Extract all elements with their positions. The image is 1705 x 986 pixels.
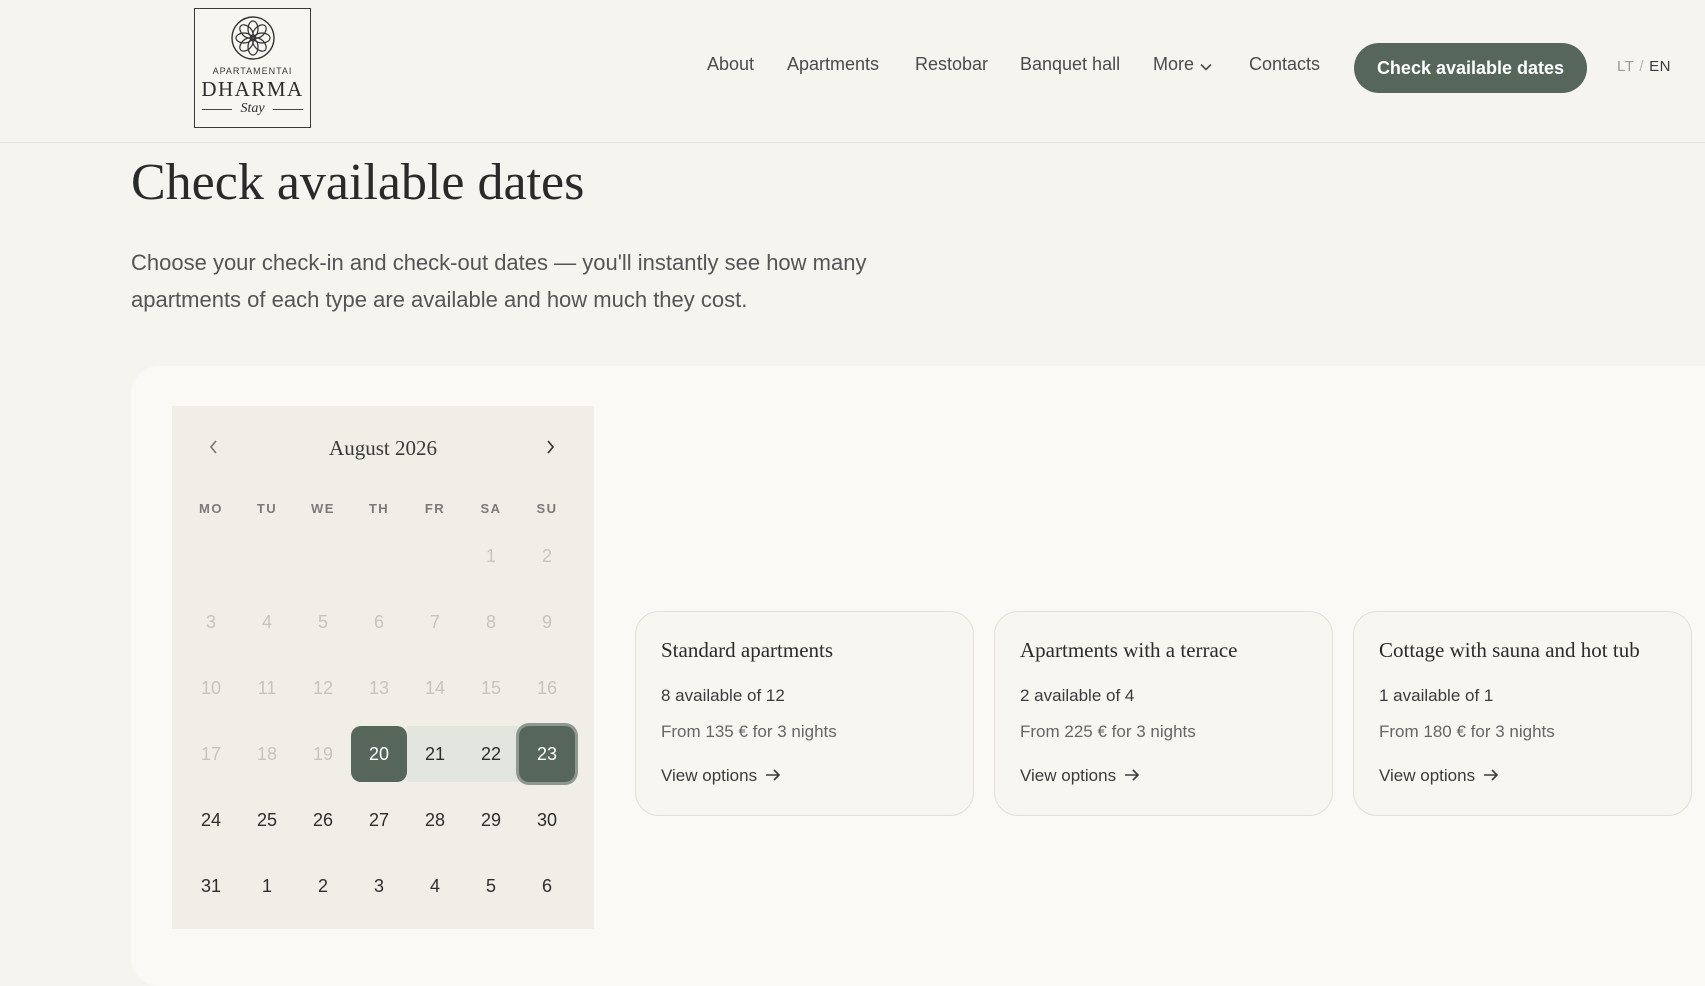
calendar-day-in-range[interactable]: 21 [407,726,463,782]
calendar-day-disabled: 14 [424,677,446,698]
calendar-day-next-month[interactable]: 5 [463,858,519,914]
nav-more-label: More [1153,54,1195,74]
calendar-day[interactable]: 30 [519,792,575,848]
lang-lt[interactable]: LT [1617,58,1634,75]
weekday-label: SU [536,501,558,516]
weekday-label: TH [368,501,390,516]
calendar-day-disabled: 10 [200,677,222,698]
calendar-day[interactable]: 29 [463,792,519,848]
nav-apartments[interactable]: Apartments [787,54,879,75]
calendar-day[interactable]: 28 [407,792,463,848]
nav-banquet-hall[interactable]: Banquet hall [1020,54,1120,75]
card-title: Cottage with sauna and hot tub [1379,638,1640,662]
card-availability: 2 available of 4 [1020,686,1135,705]
calendar-day-disabled: 4 [261,611,272,632]
view-options-link[interactable]: View options [661,766,781,787]
lang-en[interactable]: EN [1649,58,1671,75]
page-title: Check available dates [131,154,585,211]
nav-contacts[interactable]: Contacts [1249,54,1320,75]
calendar-day-disabled: 17 [200,743,222,764]
check-available-dates-button[interactable]: Check available dates [1354,43,1587,93]
card-price: From 225 € for 3 nights [1020,722,1196,741]
calendar-day-disabled: 16 [536,677,558,698]
lang-separator: / [1639,58,1645,75]
apartment-card-standard: Standard apartments 8 available of 12 Fr… [635,611,974,816]
chevron-down-icon [1200,55,1212,76]
logo-line-right [273,109,303,110]
calendar-day-disabled: 7 [429,611,440,632]
calendar-day-disabled: 18 [256,743,278,764]
language-switcher: LT / EN [1617,58,1671,75]
view-options-link[interactable]: View options [1379,766,1499,787]
calendar-day[interactable]: 25 [239,792,295,848]
view-options-link[interactable]: View options [1020,766,1140,787]
apartment-card-cottage: Cottage with sauna and hot tub 1 availab… [1353,611,1692,816]
calendar-day-disabled: 3 [205,611,216,632]
card-availability: 8 available of 12 [661,686,785,705]
calendar-day-next-month[interactable]: 3 [351,858,407,914]
calendar-day[interactable]: 24 [183,792,239,848]
calendar-day[interactable]: 26 [295,792,351,848]
logo-top-text: APARTAMENTAI [212,66,293,76]
arrow-right-icon [1124,767,1140,787]
calendar-day-disabled: 6 [373,611,384,632]
calendar-month-label: August 2026 [329,436,437,460]
calendar-day-disabled: 2 [541,545,552,566]
calendar-day-disabled: 19 [312,743,334,764]
calendar-day-disabled: 13 [368,677,390,698]
weekday-label: TU [256,501,278,516]
lotus-icon [231,16,275,60]
card-title: Standard apartments [661,638,834,662]
calendar-day-disabled: 9 [541,611,552,632]
logo[interactable]: APARTAMENTAI DHARMA Stay [194,8,311,128]
view-options-label: View options [1379,766,1476,785]
date-picker-calendar: August 2026 MO TU WE TH FR SA SU 1 2 3 4 5 6 7 8 9 10 11 1… [172,406,594,929]
calendar-day-disabled: 15 [480,677,502,698]
apartment-card-terrace: Apartments with a terrace 2 available of… [994,611,1333,816]
weekday-label: SA [480,501,502,516]
calendar-day-disabled: 1 [485,545,496,566]
nav-about[interactable]: About [707,54,754,75]
nav-more[interactable]: More [1153,54,1212,76]
nav-restobar[interactable]: Restobar [915,54,988,75]
arrow-right-icon [1483,767,1499,787]
calendar-day[interactable]: 31 [183,858,239,914]
card-title: Apartments with a terrace [1020,638,1238,662]
calendar-day-next-month[interactable]: 6 [519,858,575,914]
view-options-label: View options [1020,766,1117,785]
calendar-day-check-in[interactable]: 20 [351,726,407,782]
calendar-day-next-month[interactable]: 2 [295,858,351,914]
calendar-day-next-month[interactable]: 4 [407,858,463,914]
weekday-label: MO [199,501,223,516]
view-options-label: View options [661,766,758,785]
weekday-label: FR [424,501,446,516]
page-intro: Choose your check-in and check-out dates… [131,250,867,312]
card-price: From 135 € for 3 nights [661,722,837,741]
calendar-day-in-range[interactable]: 22 [463,726,519,782]
card-availability: 1 available of 1 [1379,686,1494,705]
weekday-label: WE [311,501,335,516]
calendar-day-disabled: 8 [485,611,496,632]
chevron-right-icon[interactable] [544,438,556,461]
card-price: From 180 € for 3 nights [1379,722,1555,741]
site-header: APARTAMENTAI DHARMA Stay About Apartment… [0,0,1705,143]
logo-main-text: DHARMA [201,77,304,101]
calendar-day-next-month[interactable]: 1 [239,858,295,914]
calendar-day-check-out[interactable]: 23 [519,726,575,782]
calendar-day-disabled: 11 [257,677,277,698]
calendar-day[interactable]: 27 [351,792,407,848]
arrow-right-icon [765,767,781,787]
calendar-day-disabled: 12 [312,677,334,698]
calendar-day-disabled: 5 [317,611,328,632]
